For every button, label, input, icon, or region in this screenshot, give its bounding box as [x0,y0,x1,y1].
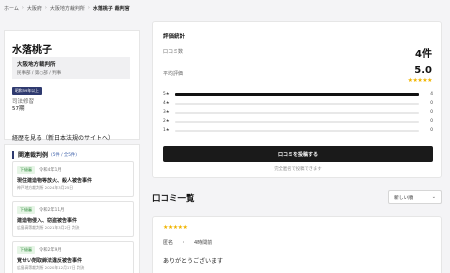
case-item[interactable]: 下級審 令和4年1月 現住建造物等放火、殺人被告事件 神戸地方裁判所 2024年… [12,161,134,197]
case-date: 令和4年1月 [39,168,62,173]
review-meta: 匿名 ・ 4時間前 [163,239,212,246]
review-body: ありがとうございます [163,258,224,265]
review-card: ★★★★★ 匿名 ・ 4時間前 ありがとうございます [152,216,442,273]
case-item[interactable]: 下級審 令和2年9月 覚せい剤取締法違反被告事件 広島高等裁判所 2020年12… [12,241,134,273]
distribution-count: 0 [430,101,433,106]
breadcrumb-separator: › [21,5,24,11]
related-cases-header: 関連裁判例 (5件 / 全5件) [12,150,77,159]
distribution-count: 4 [430,92,433,97]
birth-tag: 昭和59年以上 [12,87,42,95]
distribution-row: 2★ 0 [163,117,433,126]
average-rating-label: 平均評価 [163,71,184,77]
judge-name: 水落桃子 [12,45,52,56]
anonymous-note: 完全匿名で投稿できます [274,167,322,172]
breadcrumb-current: 水落桃子 裁判官 [92,5,130,12]
case-meta: 神戸地方裁判所 2024年3月25日 [17,185,74,190]
distribution-label: 5★ [163,92,170,97]
distribution-count: 0 [430,128,433,133]
court-level-badge: 下級審 [17,166,35,174]
case-date: 令和2年11月 [39,208,65,213]
sort-select-value: 新しい順 [394,195,414,201]
distribution-track [175,93,419,96]
case-title: 現住建造物等放火、殺人被告事件 [17,178,93,184]
breadcrumb: ホーム › 大阪府 › 大阪地方裁判所 › 水落桃子 裁判官 [4,3,130,13]
distribution-track [175,120,419,123]
breadcrumb-separator: › [44,5,47,11]
review-count-label: 口コミ数 [163,49,184,55]
distribution-row: 5★ 4 [163,90,433,99]
court-info-box: 大阪地方裁判所 民事部 / 第○部 / 判事 [12,57,130,79]
review-count-value: 4件 [415,49,432,60]
court-division: 民事部 / 第○部 / 判事 [17,71,62,76]
distribution-count: 0 [430,110,433,115]
section-marker [12,150,14,159]
distribution-row: 1★ 0 [163,126,433,135]
review-stars: ★★★★★ [163,224,188,231]
distribution-label: 2★ [163,119,170,124]
distribution-fill [175,93,419,96]
distribution-count: 0 [430,119,433,124]
breadcrumb-prefecture[interactable]: 大阪府 [27,5,42,12]
experience-value: 57期 [12,106,25,112]
distribution-track [175,111,419,114]
case-item[interactable]: 下級審 令和2年11月 建造物侵入、窃盗被告事件 広島高等裁判所 2021年3月… [12,201,134,237]
review-author: 匿名 [163,240,174,246]
distribution-label: 1★ [163,128,170,133]
meta-separator: ・ [181,240,187,246]
breadcrumb-court[interactable]: 大阪地方裁判所 [50,5,85,12]
breadcrumb-home[interactable]: ホーム [4,5,19,12]
case-title: 覚せい剤取締法違反被告事件 [17,258,83,264]
case-title: 建造物侵入、窃盗被告事件 [17,218,78,224]
distribution-track [175,129,419,132]
sort-select[interactable]: 新しい順 ⌄ [388,190,442,204]
post-review-button[interactable]: 口コミを投稿する [163,146,433,162]
chevron-down-icon: ⌄ [431,194,436,200]
distribution-row: 4★ 0 [163,99,433,108]
case-date: 令和2年9月 [39,248,62,253]
rating-stats-card: 評価統計 口コミ数 4件 平均評価 5.0 ★★★★★ 5★ 4 4★ 0 3★ 0 2★ 0… [152,21,442,178]
related-cases-title: 関連裁判例 [18,152,49,159]
distribution-label: 4★ [163,101,170,106]
related-cases-count: (5件 / 全5件) [51,152,77,158]
reviews-title: 口コミ一覧 [152,194,195,204]
distribution-label: 3★ [163,110,170,115]
average-rating-stars: ★★★★★ [407,77,433,84]
court-name: 大阪地方裁判所 [17,62,56,68]
career-link[interactable]: 経歴を見る（新日本法規のサイトへ） [12,133,114,142]
related-cases-card: 関連裁判例 (5件 / 全5件) 下級審 令和4年1月 現住建造物等放火、殺人被… [4,144,140,273]
distribution-track [175,102,419,105]
average-rating-value: 5.0 [414,65,432,76]
breadcrumb-separator: › [87,5,90,11]
court-level-badge: 下級審 [17,206,35,214]
review-time: 4時間前 [194,240,213,246]
judge-profile-card: 水落桃子 大阪地方裁判所 民事部 / 第○部 / 判事 昭和59年以上 司法修習… [4,30,140,142]
court-level-badge: 下級審 [17,246,35,254]
case-meta: 広島高等裁判所 2020年12月17日 判決 [17,265,85,270]
stats-title: 評価統計 [163,34,186,40]
distribution-row: 3★ 0 [163,108,433,117]
case-meta: 広島高等裁判所 2021年3月2日 判決 [17,225,80,230]
